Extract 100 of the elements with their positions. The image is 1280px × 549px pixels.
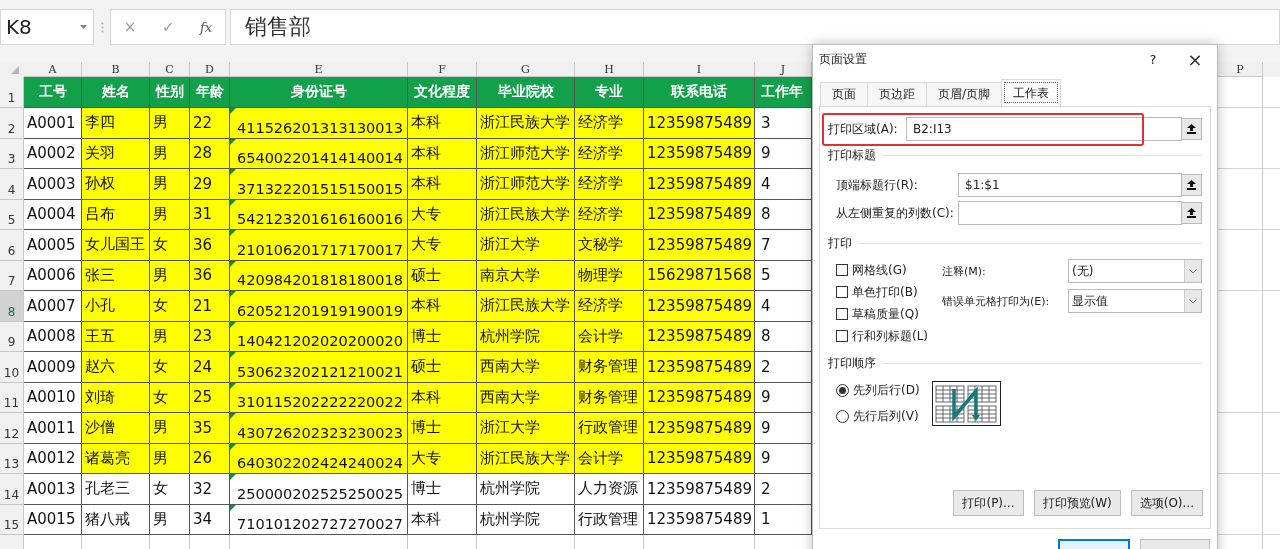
help-button[interactable]: ? bbox=[1133, 52, 1173, 68]
table-cell: 会计学 bbox=[575, 321, 644, 352]
checkbox[interactable] bbox=[836, 264, 848, 277]
table-cell: 博士 bbox=[408, 413, 477, 444]
row-header[interactable]: 12 bbox=[0, 413, 24, 444]
table-cell: 女 bbox=[150, 474, 190, 505]
checkbox-label[interactable]: 行和列标题(L) bbox=[852, 327, 929, 345]
input-field[interactable] bbox=[958, 201, 1182, 226]
field-label: 打印区域(A): bbox=[828, 120, 899, 138]
checkbox-label[interactable]: 网格线(G) bbox=[852, 261, 907, 279]
row-header[interactable]: 14 bbox=[0, 474, 24, 505]
checkbox[interactable] bbox=[836, 308, 848, 321]
radio-label[interactable]: 先行后列(V) bbox=[853, 407, 919, 425]
table-cell: 赵六 bbox=[82, 352, 150, 383]
column-header[interactable]: P bbox=[1218, 62, 1263, 77]
table-cell: 杭州学院 bbox=[477, 321, 575, 352]
formula-input[interactable]: 销售部 bbox=[230, 9, 1280, 45]
dropdown-field[interactable]: 显示值 bbox=[1068, 289, 1202, 314]
checkbox[interactable] bbox=[836, 330, 848, 343]
collapse-button[interactable] bbox=[1182, 174, 1202, 197]
insert-function-button[interactable]: fx bbox=[200, 19, 213, 35]
row-header[interactable]: 4 bbox=[0, 169, 24, 200]
tab[interactable]: 页眉/页脚 bbox=[926, 82, 1003, 107]
error-indicator-icon[interactable] bbox=[230, 504, 236, 511]
input-field[interactable]: B2:I13 bbox=[906, 117, 1182, 142]
field-label: 从左侧重复的列数(C): bbox=[836, 204, 955, 222]
dialog-title: 页面设置 bbox=[819, 51, 868, 69]
table-cell: 36 bbox=[190, 260, 230, 291]
table-cell: 12359875489 bbox=[644, 413, 755, 444]
row-header[interactable]: 15 bbox=[0, 504, 24, 535]
row-header[interactable]: 9 bbox=[0, 321, 24, 352]
table-cell: 会计学 bbox=[575, 443, 644, 474]
table-cell: 大专 bbox=[408, 199, 477, 230]
input-field[interactable]: $1:$1 bbox=[958, 173, 1182, 198]
row-header[interactable]: 2 bbox=[0, 108, 24, 139]
table-cell: 12359875489 bbox=[644, 474, 755, 505]
collapse-button[interactable] bbox=[1182, 202, 1202, 225]
row-header[interactable]: 5 bbox=[0, 199, 24, 230]
row-header[interactable]: 7 bbox=[0, 260, 24, 291]
table-cell: 男 bbox=[150, 138, 190, 169]
tab[interactable]: 工作表 bbox=[1001, 79, 1062, 107]
table-cell: 行政管理 bbox=[575, 504, 644, 535]
table-cell: 浙江大学 bbox=[477, 230, 575, 261]
column-header[interactable]: F bbox=[408, 62, 477, 77]
row-header[interactable]: 10 bbox=[0, 352, 24, 383]
checkbox-label[interactable]: 单色打印(B) bbox=[852, 283, 918, 301]
table-cell: 本科 bbox=[408, 169, 477, 200]
table-cell: 男 bbox=[150, 169, 190, 200]
row-header[interactable]: 6 bbox=[0, 230, 24, 261]
column-header[interactable]: B bbox=[82, 62, 150, 77]
table-cell: 张三 bbox=[82, 260, 150, 291]
table-cell: 经济学 bbox=[575, 199, 644, 230]
column-title-cell: 工作年 bbox=[755, 77, 812, 108]
radio-label[interactable]: 先列后行(D) bbox=[853, 381, 920, 399]
dropdown-field[interactable]: (无) bbox=[1068, 259, 1202, 284]
tab[interactable]: 页面 bbox=[820, 82, 868, 107]
column-title-cell: 性别 bbox=[150, 77, 190, 108]
column-header[interactable]: E bbox=[230, 62, 408, 77]
name-box[interactable]: K8 bbox=[0, 9, 94, 45]
column-header[interactable]: H bbox=[575, 62, 644, 77]
row-header[interactable]: 11 bbox=[0, 382, 24, 413]
table-cell: 15629871568 bbox=[644, 260, 755, 291]
column-header[interactable]: I bbox=[644, 62, 755, 77]
row-header[interactable]: 8 bbox=[0, 291, 24, 322]
column-header[interactable]: A bbox=[24, 62, 82, 77]
table-cell: 12359875489 bbox=[644, 504, 755, 535]
dialog-button[interactable]: 打印预览(W) bbox=[1033, 490, 1121, 516]
column-header[interactable]: C bbox=[150, 62, 190, 77]
table-cell: 西南大学 bbox=[477, 382, 575, 413]
table-cell: 371322201515150015 bbox=[230, 169, 408, 200]
table-cell: 25 bbox=[190, 382, 230, 413]
table-cell: 男 bbox=[150, 413, 190, 444]
table-cell: 王五 bbox=[82, 321, 150, 352]
table-cell: 12359875489 bbox=[644, 321, 755, 352]
table-cell: 物理学 bbox=[575, 260, 644, 291]
column-header[interactable]: G bbox=[477, 62, 575, 77]
checkbox-label[interactable]: 草稿质量(Q) bbox=[852, 305, 919, 323]
table-cell: 人力资源 bbox=[575, 474, 644, 505]
checkbox[interactable] bbox=[836, 286, 848, 299]
collapse-button[interactable] bbox=[1182, 118, 1202, 141]
table-cell: 经济学 bbox=[575, 138, 644, 169]
dropdown-arrow-icon[interactable] bbox=[80, 25, 87, 29]
table-cell: 男 bbox=[150, 199, 190, 230]
table-cell: 财务管理 bbox=[575, 352, 644, 383]
column-header[interactable]: J bbox=[755, 62, 812, 77]
table-cell: 12359875489 bbox=[644, 138, 755, 169]
section-heading: 打印标题 bbox=[828, 146, 876, 164]
row-header[interactable]: 1 bbox=[0, 77, 24, 108]
row-header[interactable]: 13 bbox=[0, 443, 24, 474]
table-cell: 男 bbox=[150, 260, 190, 291]
row-header[interactable]: 3 bbox=[0, 138, 24, 169]
table-cell: 大专 bbox=[408, 230, 477, 261]
column-header[interactable]: D bbox=[190, 62, 230, 77]
tab[interactable]: 页边距 bbox=[867, 82, 927, 107]
dialog-button[interactable]: 选项(O)... bbox=[1130, 490, 1203, 516]
dialog-button[interactable]: 打印(P)... bbox=[953, 490, 1024, 516]
table-cell: 530623202121210021 bbox=[230, 352, 408, 383]
column-title-cell: 年龄 bbox=[190, 77, 230, 108]
table-cell: 西南大学 bbox=[477, 352, 575, 383]
close-button[interactable]: × bbox=[1173, 49, 1217, 71]
